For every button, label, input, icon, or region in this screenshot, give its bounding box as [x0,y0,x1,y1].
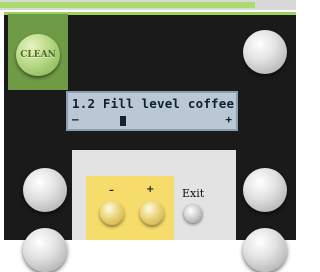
display-text: 1.2 Fill level coffee [72,96,235,111]
lcd-display: 1.2 Fill level coffee – + [66,91,238,131]
clean-button-label: CLEAN [20,50,56,60]
far-bottom-right-button[interactable] [243,228,287,272]
top-accent-bar [0,2,255,8]
display-minus-symbol: – [72,113,79,126]
far-bottom-left-button[interactable] [23,228,67,272]
top-right-button[interactable] [243,30,287,74]
minus-button[interactable] [100,201,124,225]
clean-button[interactable]: CLEAN [16,34,60,76]
bottom-right-button[interactable] [243,168,287,212]
top-strip [0,0,296,10]
minus-label: – [109,185,114,196]
fill-level-indicator [120,116,126,126]
bottom-left-button[interactable] [23,168,67,212]
display-plus-symbol: + [225,113,232,126]
plus-label: + [146,184,155,195]
exit-label: Exit [182,187,205,200]
plus-button[interactable] [140,201,164,225]
exit-button[interactable] [184,205,202,223]
